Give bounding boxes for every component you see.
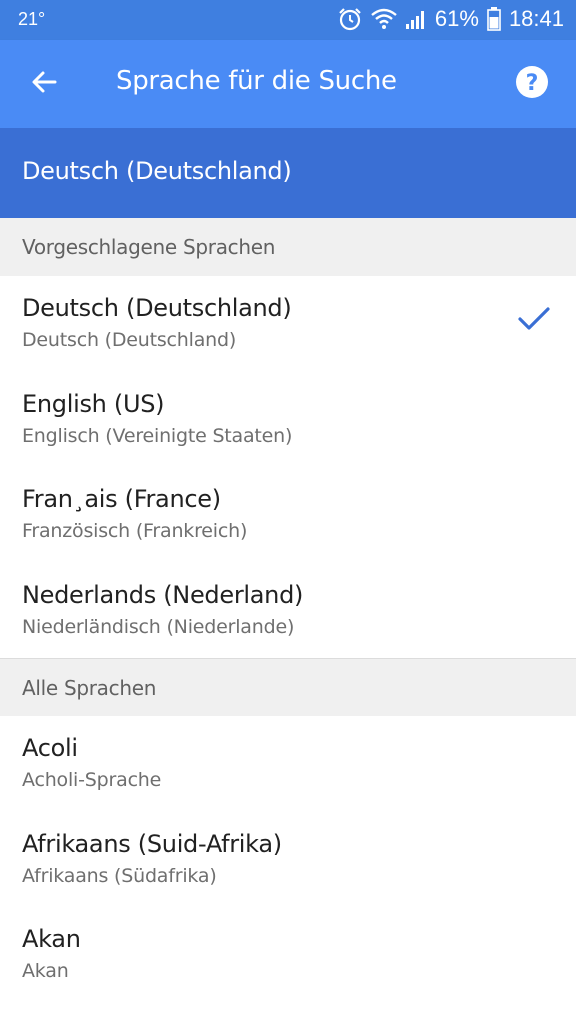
help-button[interactable]: ? [510,62,554,106]
language-subtitle: Englisch (Vereinigte Staaten) [22,425,293,447]
app-bar: Sprache für die Suche ? [0,40,576,128]
section-header-suggested: Vorgeschlagene Sprachen [0,218,576,276]
wifi-icon [371,8,397,30]
language-item-afrikaans[interactable]: Afrikaans (Suid-Afrika) Afrikaans (Südaf… [0,812,576,907]
language-subtitle: Acholi-Sprache [22,769,162,791]
battery-percent: 61% [434,6,479,31]
section-header-label: Alle Sprachen [22,676,157,700]
language-item-deutsch[interactable]: Deutsch (Deutschland) Deutsch (Deutschla… [0,276,576,371]
language-subtitle: Afrikaans (Südafrika) [22,865,217,887]
language-item-francais[interactable]: Fran¸ais (France) Französisch (Frankreic… [0,467,576,562]
checkmark-icon [518,306,550,336]
language-title: Acoli [22,734,78,762]
language-subtitle: Niederländisch (Niederlande) [22,616,295,638]
temperature-indicator: 21° [18,9,46,29]
language-title: Nederlands (Nederland) [22,581,304,609]
signal-icon [405,8,427,30]
language-item-acoli[interactable]: Acoli Acholi-Sprache [0,716,576,811]
page-title: Sprache für die Suche [116,66,397,96]
alarm-icon [337,6,363,32]
battery-icon [487,7,501,31]
language-subtitle: Deutsch (Deutschland) [22,329,237,351]
language-title: Deutsch (Deutschland) [22,294,292,322]
selected-language-bar[interactable]: Deutsch (Deutschland) [0,128,576,218]
language-title: English (US) [22,390,165,418]
status-bar: 21° 61% 18:41 [0,0,576,40]
status-icons: 61% 18:41 [337,6,564,32]
language-item-akan[interactable]: Akan Akan [0,907,576,1002]
language-title: Afrikaans (Suid-Afrika) [22,830,282,858]
help-circle-icon: ? [515,65,549,103]
language-title: Fran¸ais (France) [22,485,221,513]
svg-text:?: ? [526,71,539,96]
section-header-all: Alle Sprachen [0,659,576,717]
selected-language-label: Deutsch (Deutschland) [22,157,292,185]
language-item-english[interactable]: English (US) Englisch (Vereinigte Staate… [0,372,576,467]
clock: 18:41 [508,6,564,31]
language-subtitle: Akan [22,960,69,982]
arrow-left-icon [30,68,58,100]
back-button[interactable] [22,62,66,106]
language-title: Akan [22,925,81,953]
section-header-label: Vorgeschlagene Sprachen [22,235,276,259]
language-subtitle: Französisch (Frankreich) [22,520,248,542]
language-item-nederlands[interactable]: Nederlands (Nederland) Niederländisch (N… [0,563,576,658]
